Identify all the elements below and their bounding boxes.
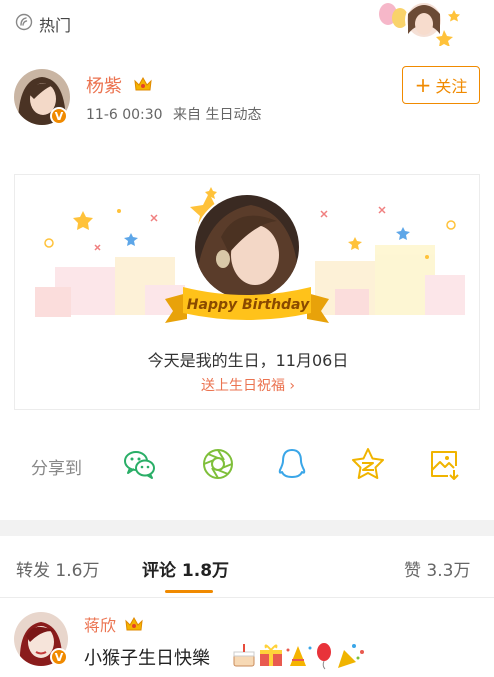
post-source: 来自 生日动态 <box>173 107 262 123</box>
moments-icon[interactable] <box>200 446 236 482</box>
ribbon-text: Happy Birthday <box>186 297 310 313</box>
hot-label: 热门 <box>39 16 72 35</box>
qzone-icon[interactable] <box>350 446 386 482</box>
save-image-icon[interactable] <box>426 446 462 482</box>
post-time: 11-6 00:30 <box>86 107 163 123</box>
hot-header: 热门 <box>0 0 494 46</box>
comment-text: 小猴子生日快樂 <box>84 648 210 669</box>
party-icon <box>286 646 312 666</box>
share-label: 分享到 <box>31 459 82 479</box>
tab-reposts[interactable]: 转发 1.6万 <box>16 556 99 581</box>
birthday-decoration-icon <box>379 1 460 46</box>
section-divider <box>0 520 494 536</box>
wechat-icon[interactable] <box>122 446 158 482</box>
comment-emojis <box>233 643 364 670</box>
birthday-card[interactable]: Happy Birthday 今天是我的生日，11月06日 送上生日祝福 › <box>14 174 480 410</box>
plus-icon: + <box>414 73 432 97</box>
commenter-name[interactable]: 蒋欣 <box>84 612 116 636</box>
author-name[interactable]: 杨紫 <box>86 72 122 98</box>
cake-icon <box>233 644 255 667</box>
tab-comments[interactable]: 评论 1.8万 <box>142 556 229 581</box>
party-popper-icon <box>338 644 364 668</box>
commenter-vip-crown-icon <box>125 616 143 631</box>
post-meta: 11-6 00:30 来自 生日动态 <box>86 104 267 124</box>
birthday-message: 今天是我的生日，11月06日 <box>147 351 349 370</box>
active-tab-indicator <box>165 590 213 593</box>
tab-likes[interactable]: 赞 3.3万 <box>404 556 470 581</box>
commenter-verified-badge: V <box>50 648 68 666</box>
verified-badge: V <box>50 107 68 125</box>
hot-icon <box>15 13 33 31</box>
send-wishes-link[interactable]: 送上生日祝福 › <box>15 375 481 395</box>
balloon-icon <box>317 643 331 670</box>
interaction-tabs: 转发 1.6万 评论 1.8万 赞 3.3万 <box>0 536 494 598</box>
vip-crown-icon <box>134 76 152 91</box>
qq-icon[interactable] <box>274 446 310 482</box>
follow-label: 关注 <box>435 77 468 96</box>
follow-button[interactable]: + 关注 <box>402 66 480 104</box>
gift-icon <box>260 644 282 666</box>
